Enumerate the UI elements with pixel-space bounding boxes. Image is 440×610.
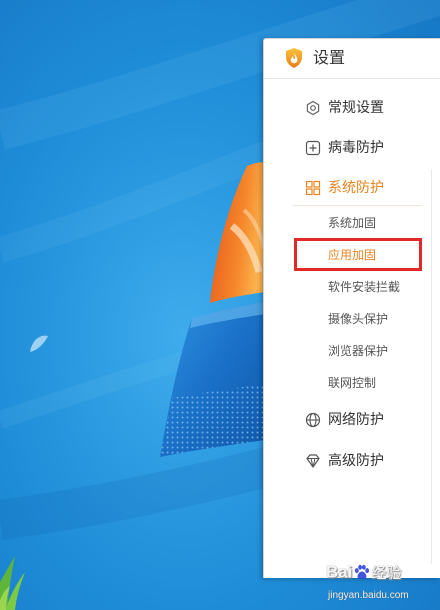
submenu-item-browser-protection[interactable]: 浏览器保护 — [328, 340, 388, 362]
submenu-item-webcam-protection[interactable]: 摄像头保护 — [328, 308, 388, 330]
page-title: 设置 — [313, 48, 346, 67]
watermark: Bai 经验 jingyan.baidu.com — [326, 562, 426, 606]
submenu-item-system-hardening[interactable]: 系统加固 — [328, 212, 376, 234]
submenu-item-app-hardening[interactable]: 应用加固 — [328, 244, 376, 266]
sidebar-item-label: 常规设置 — [328, 100, 384, 116]
plus-square-icon — [305, 140, 321, 156]
watermark-brand: Bai 经验 — [326, 562, 401, 584]
grid-icon — [305, 180, 321, 196]
diamond-icon — [306, 454, 320, 468]
watermark-brand-left: Bai — [326, 562, 353, 582]
content-divider — [431, 169, 432, 564]
submenu-divider — [293, 205, 423, 206]
sidebar-item-label: 病毒防护 — [328, 140, 384, 156]
sidebar-item-advanced-protection[interactable]: 高级防护 — [264, 446, 430, 476]
submenu-item-software-install-block[interactable]: 软件安装拦截 — [328, 276, 400, 298]
sidebar-item-label: 网络防护 — [328, 412, 384, 428]
globe-icon — [305, 412, 321, 428]
sidebar-item-virus-protection[interactable]: 病毒防护 — [264, 133, 430, 163]
watermark-brand-right: 经验 — [371, 564, 402, 582]
baidu-paw-icon — [355, 564, 370, 579]
watermark-url: jingyan.baidu.com — [328, 590, 409, 601]
gear-icon — [306, 100, 320, 116]
panel-header: 设置 — [264, 39, 440, 79]
sidebar-item-label: 系统防护 — [328, 180, 384, 196]
sidebar-item-system-protection[interactable]: 系统防护 — [264, 173, 430, 203]
submenu-item-network-control[interactable]: 联网控制 — [328, 372, 376, 394]
sidebar-item-network-protection[interactable]: 网络防护 — [264, 405, 430, 435]
shield-flame-icon — [286, 48, 302, 68]
sidebar-item-general[interactable]: 常规设置 — [264, 93, 430, 123]
settings-panel: 设置 常规设置 病毒防护 系统防护 系统加固 应用加固 软件安装拦截 摄像头保护… — [263, 38, 440, 578]
sidebar-item-label: 高级防护 — [328, 453, 384, 469]
